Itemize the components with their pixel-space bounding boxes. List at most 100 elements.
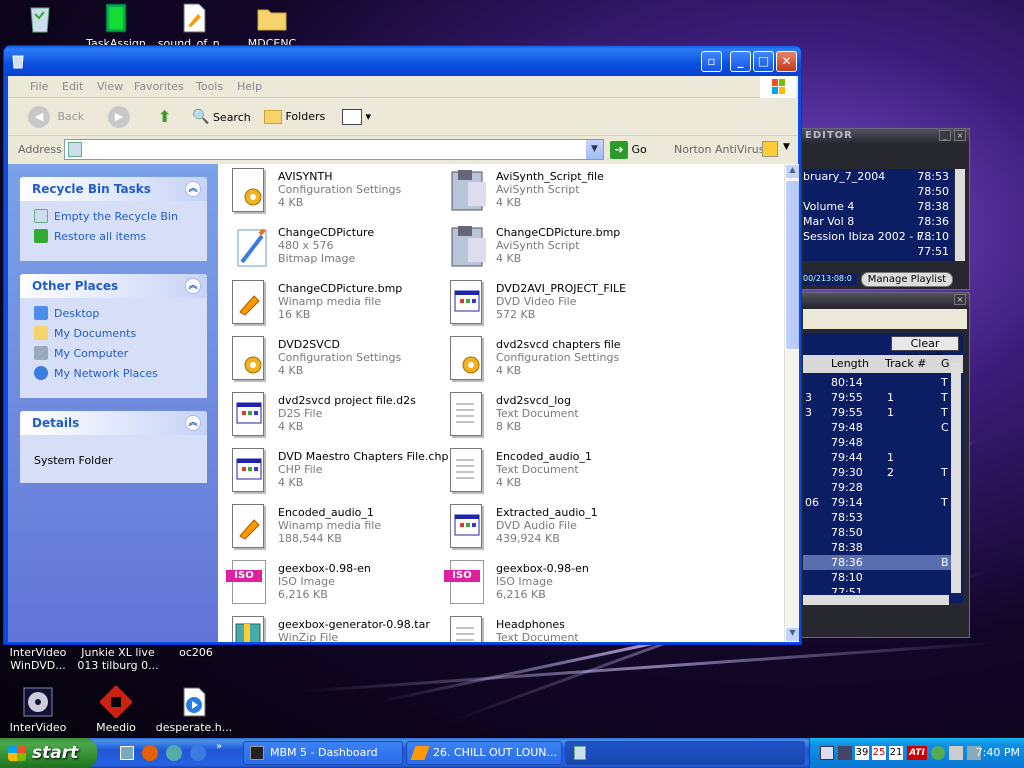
- close-icon[interactable]: ×: [954, 294, 966, 305]
- file-item[interactable]: AviSynth_Script_file AviSynth Script 4 KB: [444, 164, 662, 218]
- chevron-down-icon[interactable]: ▼: [783, 142, 790, 152]
- table-row[interactable]: 78:50: [803, 525, 951, 540]
- table-row[interactable]: 79:30 2 T: [803, 465, 951, 480]
- table-row[interactable]: 78:36 B: [803, 555, 951, 570]
- file-item[interactable]: dvd2svcd project file.d2s D2S File 4 KB: [226, 388, 444, 442]
- ati-icon[interactable]: ATI: [907, 746, 927, 760]
- table-row[interactable]: 3 79:55 1 T: [803, 390, 951, 405]
- back-button[interactable]: ◀ Back: [28, 106, 84, 128]
- table-row[interactable]: 79:48: [803, 435, 951, 450]
- place-my-documents-link[interactable]: My Documents: [20, 324, 207, 344]
- close-button[interactable]: ✕: [776, 51, 797, 72]
- title-bar[interactable]: ▫ _ □ ✕: [4, 46, 801, 76]
- file-item[interactable]: geexbox-generator-0.98.tar WinZip File: [226, 612, 444, 642]
- file-item[interactable]: DVD Maestro Chapters File.chp CHP File 4 K…: [226, 444, 448, 498]
- table-row[interactable]: 78:10: [803, 570, 951, 585]
- menu-tools[interactable]: Tools: [196, 80, 223, 93]
- maximize-button[interactable]: □: [753, 51, 774, 72]
- desktop-icon-taskassign[interactable]: TaskAssign: [76, 2, 156, 50]
- file-item[interactable]: ISO geexbox-0.98-en ISO Image 6,216 KB: [444, 556, 662, 610]
- menu-file[interactable]: File: [30, 80, 48, 93]
- column-header-g[interactable]: G: [941, 355, 950, 373]
- place-my-computer-link[interactable]: My Computer: [20, 344, 207, 364]
- search-button[interactable]: 🔍 Search: [192, 106, 251, 128]
- scroll-thumb[interactable]: [785, 180, 799, 350]
- file-item[interactable]: DVD2AVI_PROJECT_FILE DVD Video File 572 KB: [444, 276, 662, 330]
- file-item[interactable]: Extracted_audio_1 DVD Audio File 439,924 K…: [444, 500, 662, 554]
- desktop-icon-recycle-bin[interactable]: [0, 2, 80, 37]
- explorer-window[interactable]: ▫ _ □ ✕ File Edit View Favorites Tools H…: [3, 45, 802, 645]
- menu-help[interactable]: Help: [237, 80, 262, 93]
- list-item[interactable]: Mar Vol 8 78:36: [803, 214, 953, 229]
- temp-reading[interactable]: 25: [872, 746, 886, 760]
- file-item[interactable]: AVISYNTH Configuration Settings 4 KB: [226, 164, 444, 218]
- messenger-icon[interactable]: [166, 745, 182, 761]
- desktop-icon-junkie-xl[interactable]: Junkie XL live 013 tilburg 0...: [76, 646, 160, 672]
- place-desktop-link[interactable]: Desktop: [20, 304, 207, 324]
- list-item[interactable]: Volume 4 78:38: [803, 199, 953, 214]
- manage-playlist-button[interactable]: Manage Playlist: [861, 272, 953, 287]
- place-my-network-places-link[interactable]: My Network Places: [20, 364, 207, 384]
- desktop-icon-intervideo[interactable]: InterVideo: [0, 686, 78, 734]
- tray-app-icon[interactable]: [838, 746, 852, 760]
- collapse-chevron-icon[interactable]: ︽: [185, 415, 201, 431]
- table-row[interactable]: 78:53: [803, 510, 951, 525]
- scrollbar[interactable]: [955, 169, 965, 261]
- restore-small-icon[interactable]: ▫: [701, 51, 722, 72]
- table-row[interactable]: 80:14 T: [803, 375, 951, 390]
- list-item[interactable]: Session Ibiza 2002 - F... 78:10: [803, 229, 953, 244]
- show-desktop-icon[interactable]: [120, 746, 134, 760]
- chevron-icon[interactable]: »: [216, 741, 222, 752]
- restore-all-items-link[interactable]: Restore all items: [20, 227, 207, 247]
- table-row[interactable]: 77:51: [803, 585, 951, 593]
- file-item[interactable]: ChangeCDPicture 480 x 576 Bitmap Image: [226, 220, 444, 274]
- desktop-icon-meedio[interactable]: Meedio: [76, 685, 156, 734]
- desktop-icon-intervideo-windvd[interactable]: InterVideo WinDVD...: [0, 646, 78, 672]
- tray-app-icon[interactable]: [820, 746, 834, 760]
- collapse-chevron-icon[interactable]: ︽: [185, 278, 201, 294]
- column-header-track[interactable]: Track #: [885, 355, 927, 373]
- file-item[interactable]: DVD2SVCD Configuration Settings 4 KB: [226, 332, 444, 386]
- list-item[interactable]: bruary_7_2004 78:53: [803, 169, 953, 184]
- menu-edit[interactable]: Edit: [62, 80, 83, 93]
- other-places-header[interactable]: Other Places ︽: [20, 274, 207, 298]
- temp-reading[interactable]: 39: [855, 746, 869, 760]
- tray-app-icon[interactable]: [931, 746, 945, 760]
- winamp-library-window[interactable]: × Clear search Length Track # G 80:14T37…: [800, 292, 970, 638]
- empty-recycle-bin-link[interactable]: Empty the Recycle Bin: [20, 207, 207, 227]
- task-mbm5-dashboard[interactable]: MBM 5 - Dashboard: [243, 741, 403, 765]
- firefox-icon[interactable]: [142, 745, 158, 761]
- recycle-bin-tasks-header[interactable]: Recycle Bin Tasks ︽: [20, 177, 207, 201]
- table-row[interactable]: 79:28: [803, 480, 951, 495]
- table-row[interactable]: 79:48 C: [803, 420, 951, 435]
- horizontal-scrollbar[interactable]: [803, 595, 949, 605]
- task-winamp[interactable]: 26. CHILL OUT LOUN...: [406, 741, 562, 765]
- forward-button[interactable]: ▶: [108, 106, 130, 128]
- desktop-icon-oc206[interactable]: oc206: [156, 646, 236, 659]
- volume-icon[interactable]: [949, 746, 963, 760]
- file-item[interactable]: Headphones Text Document: [444, 612, 662, 642]
- desktop-icon-mdcenc[interactable]: MDCENC: [232, 2, 312, 50]
- clear-search-button[interactable]: Clear search: [891, 336, 959, 363]
- table-row[interactable]: 3 79:55 1 T: [803, 405, 951, 420]
- address-input[interactable]: ▼: [64, 139, 604, 160]
- winamp-editor-list[interactable]: bruary_7_2004 78:53 78:50 Volume 4 78:38 M…: [803, 169, 953, 261]
- scroll-down-icon[interactable]: ▼: [785, 627, 799, 642]
- column-header-length[interactable]: Length: [831, 355, 869, 373]
- norton-icon[interactable]: [762, 141, 778, 157]
- file-item[interactable]: Encoded_audio_1 Winamp media file 188,544 …: [226, 500, 444, 554]
- folders-button[interactable]: Folders: [264, 106, 325, 128]
- chevron-down-icon[interactable]: ▼: [586, 140, 603, 159]
- scroll-up-icon[interactable]: ▲: [785, 164, 799, 179]
- file-item[interactable]: ISO geexbox-0.98-en ISO Image 6,216 KB: [226, 556, 444, 610]
- views-button[interactable]: ▾: [342, 106, 371, 128]
- file-item[interactable]: dvd2svcd chapters file Configuration Sett…: [444, 332, 662, 386]
- desktop-icon-desperate[interactable]: desperate.h...: [154, 686, 234, 734]
- menu-view[interactable]: View: [97, 80, 123, 93]
- file-item[interactable]: ChangeCDPicture.bmp AviSynth Script 4 KB: [444, 220, 662, 274]
- minimize-button[interactable]: _: [730, 51, 751, 72]
- winamp-library-list[interactable]: 80:14 T 3 79:55 1 T 3 79:55 1 T 79:48 C 79:48 79:44 1 7…: [803, 375, 951, 593]
- up-folder-button[interactable]: ⬆: [158, 106, 180, 128]
- minimize-icon[interactable]: _: [939, 130, 951, 141]
- table-row[interactable]: 06 79:14 T: [803, 495, 951, 510]
